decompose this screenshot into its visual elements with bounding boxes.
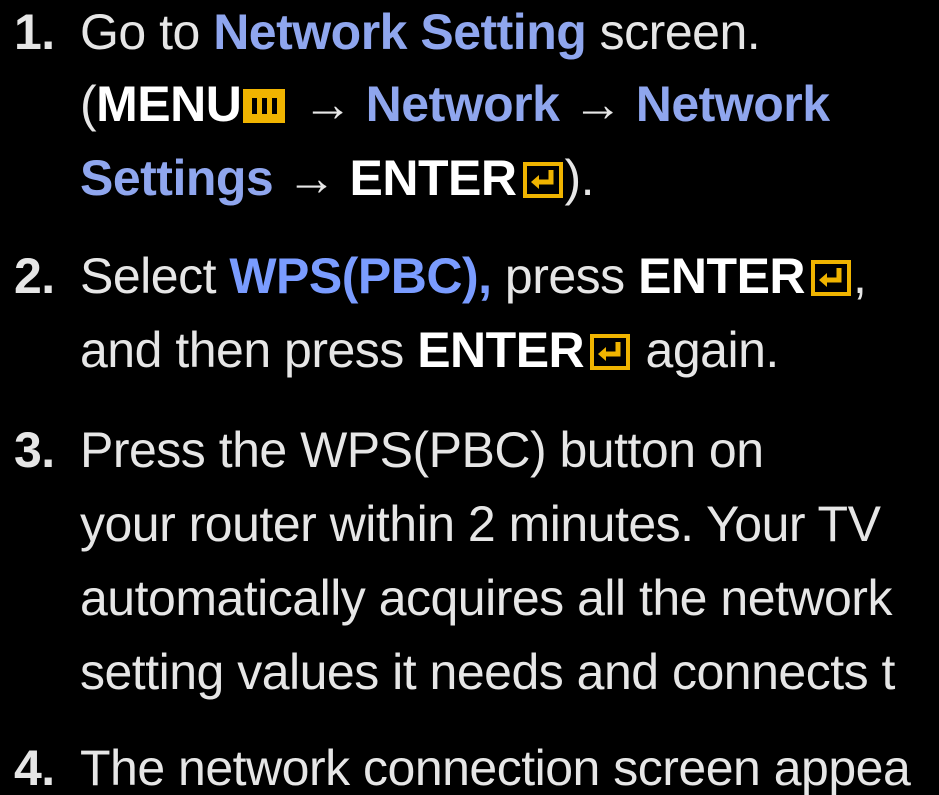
step-3-line-3: automatically acquires all the network [80,570,892,626]
network-settings-keyword-part1: Network [635,76,830,132]
enter-label: ENTER [638,248,806,304]
step-1-line-3: Settings → ENTER). [80,150,595,206]
enter-button-icon [522,162,565,198]
network-setting-keyword: Network Setting [213,4,587,60]
step-number: 2. [14,248,55,304]
network-settings-keyword-part2: Settings [80,150,274,206]
menu-button-icon [243,89,286,123]
wps-pbc-keyword: WPS(PBC), [229,248,492,304]
enter-button-icon [811,260,853,296]
step-2-line-2: and then press ENTER again. [80,322,779,378]
enter-button-icon [590,334,632,370]
network-keyword: Network [365,76,560,132]
step-1-line-2: (MENU → Network → Network [80,76,830,132]
step-3-line-4: setting values it needs and connects t [80,644,895,700]
step-number: 3. [14,422,55,478]
step-number: 1. [14,4,55,60]
enter-label: ENTER [417,322,585,378]
enter-label: ENTER [349,150,517,206]
step-number: 4. [14,740,55,795]
step-3-line-2: your router within 2 minutes. Your TV [80,496,881,552]
menu-label: MENU [96,76,242,132]
instruction-page: 1. Go to Network Setting screen. (MENU →… [0,0,939,795]
